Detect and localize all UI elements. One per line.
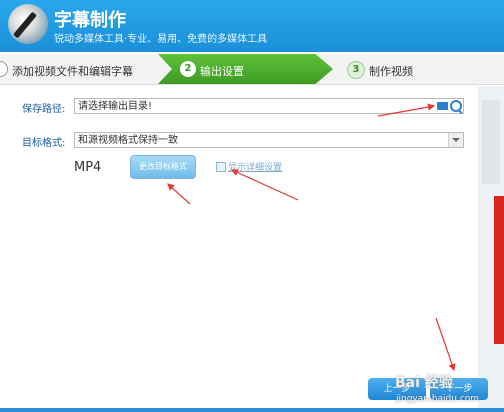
annotation-arrows [167,103,456,372]
arrow-to-folder [377,103,436,117]
arrow-to-next-button [435,317,456,372]
arrow-to-checkbox [230,169,299,201]
arrow-to-change-button [167,183,191,205]
